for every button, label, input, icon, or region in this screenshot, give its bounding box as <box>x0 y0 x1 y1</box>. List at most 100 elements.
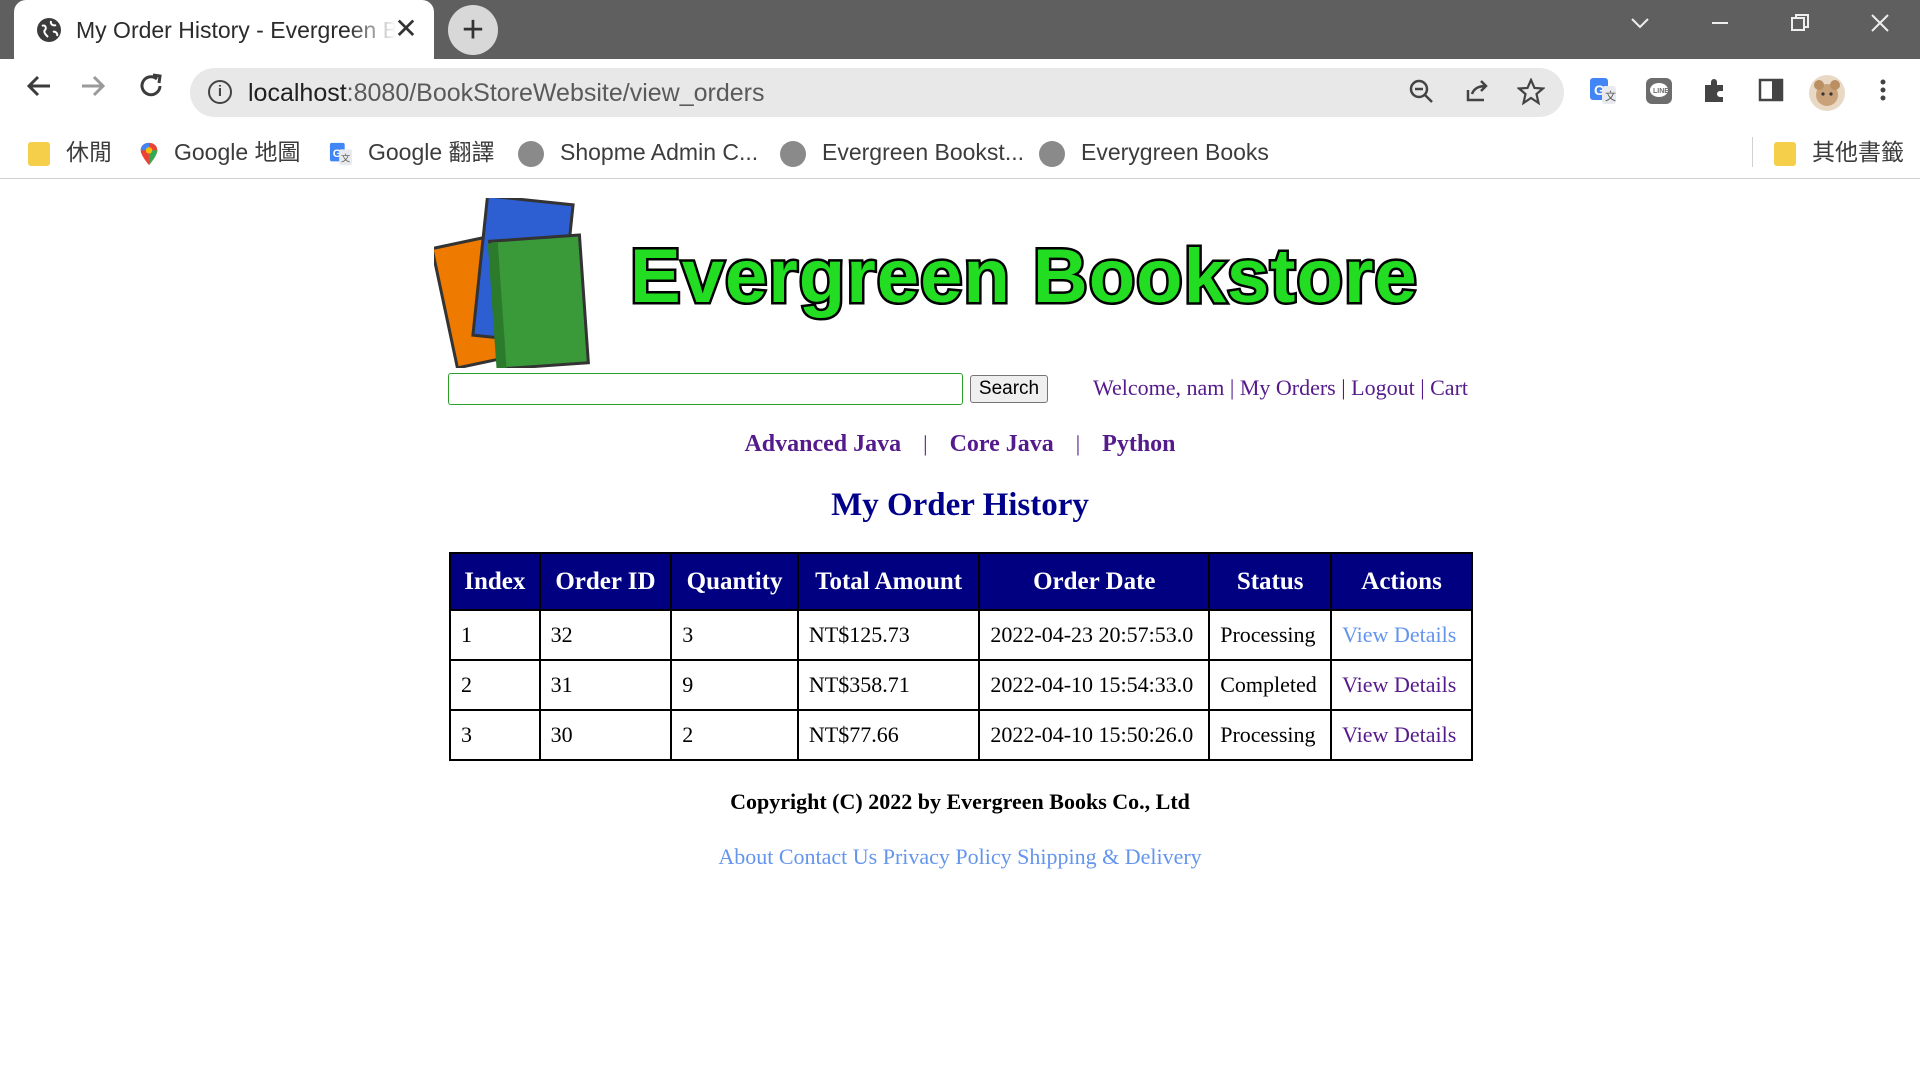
cell-total-amount: NT$358.71 <box>796 659 981 711</box>
column-header-order-id: Order ID <box>538 552 673 611</box>
extensions-puzzle-icon[interactable] <box>1698 76 1732 110</box>
logout-link[interactable]: Logout <box>1351 375 1415 400</box>
column-header-index: Index <box>449 552 541 611</box>
globe-icon <box>1039 140 1065 167</box>
footer-nav: About Contact Us Privacy Policy Shipping… <box>0 842 1920 872</box>
folder-icon <box>1774 141 1796 166</box>
column-header-actions: Actions <box>1330 552 1473 611</box>
reload-icon[interactable] <box>130 71 172 113</box>
cart-link[interactable]: Cart <box>1430 375 1468 400</box>
table-header-row: Index Order ID Quantity Total Amount Ord… <box>449 552 1473 611</box>
welcome-text: Welcome, nam <box>1093 375 1225 400</box>
footer-link-privacy-policy[interactable]: Privacy Policy <box>883 844 1012 869</box>
cell-quantity: 2 <box>670 709 799 761</box>
cell-order-date: 2022-04-23 20:57:53.0 <box>978 609 1211 661</box>
svg-text:LINE: LINE <box>1653 88 1669 95</box>
cell-status: Processing <box>1208 709 1333 761</box>
url-text[interactable]: localhost:8080/BookStoreWebsite/view_ord… <box>248 77 765 109</box>
footer-link-about[interactable]: About <box>718 844 773 869</box>
site-info-icon[interactable]: i <box>208 80 232 104</box>
globe-icon <box>518 140 544 167</box>
orders-table: Index Order ID Quantity Total Amount Ord… <box>449 552 1473 761</box>
bookmark-evergreen-bookstore[interactable]: Evergreen Bookst... <box>780 135 1024 169</box>
bookmark-google-translate[interactable]: G 文 Google 翻譯 <box>328 135 495 169</box>
bookmarks-bar: 休閒 Google 地圖 G 文 Google 翻譯 Shopme Admin C.… <box>0 125 1920 179</box>
folder-icon <box>28 141 50 166</box>
cell-order-date: 2022-04-10 15:54:33.0 <box>978 659 1211 711</box>
bookmark-google-maps[interactable]: Google 地圖 <box>138 135 301 169</box>
zoom-icon[interactable] <box>1406 78 1436 108</box>
cell-status: Completed <box>1208 659 1333 711</box>
view-details-link[interactable]: View Details <box>1330 709 1473 761</box>
books-icon <box>434 198 590 368</box>
cell-order-id: 32 <box>538 609 673 661</box>
share-icon[interactable] <box>1462 78 1492 108</box>
category-nav: Advanced Java | Core Java | Python <box>744 431 1176 457</box>
minimize-window-icon[interactable] <box>1698 8 1742 48</box>
view-details-link[interactable]: View Details <box>1330 609 1473 661</box>
cell-total-amount: NT$77.66 <box>796 709 981 761</box>
table-row: 1 32 3 NT$125.73 2022-04-23 20:57:53.0 P… <box>449 609 1473 661</box>
google-translate-extension-icon[interactable]: G文 <box>1586 76 1620 110</box>
close-window-icon[interactable] <box>1858 8 1902 48</box>
new-tab-button[interactable]: + <box>448 5 498 55</box>
google-translate-icon: G文 <box>329 142 353 165</box>
page-content: Evergreen Bookstore Search Welcome, nam … <box>0 180 1920 1080</box>
bookmark-everygreen-books[interactable]: Everygreen Books <box>1039 135 1269 169</box>
more-menu-icon[interactable] <box>1866 76 1900 110</box>
forward-arrow-icon[interactable] <box>72 71 114 113</box>
column-header-total-amount: Total Amount <box>796 552 981 611</box>
address-bar[interactable]: i localhost:8080/BookStoreWebsite/view_o… <box>190 68 1564 117</box>
tab-search-chevron-icon[interactable] <box>1618 8 1662 48</box>
column-header-status: Status <box>1208 552 1333 611</box>
globe-icon <box>780 140 806 167</box>
table-row: 3 30 2 NT$77.66 2022-04-10 15:50:26.0 Pr… <box>449 709 1473 761</box>
cell-status: Processing <box>1208 609 1333 661</box>
cell-index: 2 <box>449 659 541 711</box>
cell-order-id: 31 <box>538 659 673 711</box>
search-input[interactable] <box>448 373 963 405</box>
svg-text:文: 文 <box>341 152 350 163</box>
footer-link-contact-us[interactable]: Contact Us <box>779 844 877 869</box>
footer-link-shipping-delivery[interactable]: Shipping & Delivery <box>1017 844 1202 869</box>
browser-toolbar: i localhost:8080/BookStoreWebsite/view_o… <box>0 59 1920 125</box>
category-link-python[interactable]: Python <box>1102 431 1175 457</box>
google-maps-icon <box>140 142 158 165</box>
cell-order-date: 2022-04-10 15:50:26.0 <box>978 709 1211 761</box>
bookmark-folder-leisure[interactable]: 休閒 <box>28 135 112 169</box>
category-link-core-java[interactable]: Core Java <box>950 431 1054 457</box>
logo-text: Evergreen Bookstore <box>630 234 1418 319</box>
my-orders-link[interactable]: My Orders <box>1240 375 1336 400</box>
cell-quantity: 9 <box>670 659 799 711</box>
side-panel-icon[interactable] <box>1754 76 1788 110</box>
browser-tab-active[interactable]: My Order History - Evergreen Bookstore ✕ <box>14 0 434 59</box>
table-row: 2 31 9 NT$358.71 2022-04-10 15:54:33.0 C… <box>449 659 1473 711</box>
search-button[interactable]: Search <box>970 375 1048 403</box>
user-nav: Welcome, nam | My Orders | Logout | Cart <box>1093 375 1469 400</box>
bookmark-shopme-admin[interactable]: Shopme Admin C... <box>518 135 758 169</box>
bookstore-logo[interactable]: Evergreen Bookstore <box>434 198 1492 368</box>
svg-text:文: 文 <box>1605 89 1616 103</box>
bookmark-star-icon[interactable] <box>1516 77 1546 108</box>
view-details-link[interactable]: View Details <box>1330 659 1473 711</box>
other-bookmarks-folder[interactable]: 其他書籤 <box>1774 135 1904 169</box>
cell-quantity: 3 <box>670 609 799 661</box>
cell-order-id: 30 <box>538 709 673 761</box>
profile-avatar[interactable] <box>1808 74 1846 112</box>
close-tab-icon[interactable]: ✕ <box>392 15 420 43</box>
cell-total-amount: NT$125.73 <box>796 609 981 661</box>
restore-window-icon[interactable] <box>1778 8 1822 48</box>
copyright-text: Copyright (C) 2022 by Evergreen Books Co… <box>730 789 1190 814</box>
bookmarks-divider <box>1752 137 1753 167</box>
column-header-order-date: Order Date <box>978 552 1211 611</box>
category-link-advanced-java[interactable]: Advanced Java <box>744 431 901 457</box>
back-arrow-icon[interactable] <box>18 71 60 113</box>
cell-index: 1 <box>449 609 541 661</box>
column-header-quantity: Quantity <box>670 552 799 611</box>
page-title: My Order History <box>831 487 1089 523</box>
tab-title: My Order History - Evergreen Bookstore <box>76 17 396 43</box>
line-extension-icon[interactable]: LINE <box>1642 76 1676 110</box>
globe-icon <box>37 18 61 42</box>
cell-index: 3 <box>449 709 541 761</box>
browser-tab-strip: My Order History - Evergreen Bookstore ✕… <box>0 0 1920 59</box>
